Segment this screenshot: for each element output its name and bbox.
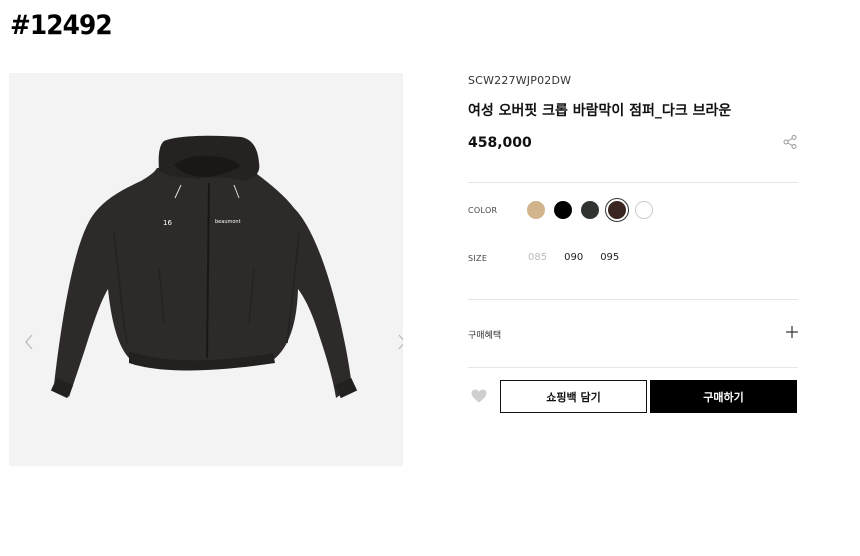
size-option-095[interactable]: 095 bbox=[600, 252, 619, 263]
divider bbox=[468, 367, 798, 368]
product-price: 458,000 bbox=[468, 135, 532, 151]
add-to-bag-button[interactable]: 쇼핑백 담기 bbox=[500, 380, 647, 413]
color-swatch-black[interactable] bbox=[554, 201, 572, 219]
color-swatch-dark-green[interactable] bbox=[581, 201, 599, 219]
size-option-group: 085 090 095 bbox=[528, 252, 619, 263]
product-image: 16 beaumont bbox=[50, 135, 358, 399]
size-label: SIZE bbox=[468, 254, 488, 263]
divider bbox=[468, 182, 798, 183]
product-sku: SCW227WJP02DW bbox=[468, 74, 572, 87]
chevron-left-icon[interactable] bbox=[22, 332, 36, 352]
purchase-benefit-label[interactable]: 구매혜택 bbox=[468, 328, 501, 341]
listing-id: #12492 bbox=[10, 10, 113, 41]
chevron-right-icon[interactable] bbox=[395, 332, 403, 352]
product-image-gallery[interactable]: 16 beaumont bbox=[9, 73, 403, 466]
product-title: 여성 오버핏 크롭 바람막이 점퍼_다크 브라운 bbox=[468, 103, 732, 119]
buy-now-button[interactable]: 구매하기 bbox=[650, 380, 797, 413]
divider bbox=[468, 299, 798, 300]
color-swatch-dark-brown[interactable] bbox=[605, 198, 629, 222]
jacket-print-number: 16 bbox=[163, 219, 172, 227]
heart-icon[interactable] bbox=[471, 389, 487, 403]
plus-icon[interactable] bbox=[786, 326, 798, 338]
jacket-print-brand: beaumont bbox=[215, 219, 241, 225]
color-swatch-group bbox=[527, 198, 653, 222]
color-swatch-white[interactable] bbox=[635, 201, 653, 219]
share-icon[interactable] bbox=[782, 134, 798, 150]
color-label: COLOR bbox=[468, 206, 498, 215]
color-swatch-beige[interactable] bbox=[527, 201, 545, 219]
size-option-085[interactable]: 085 bbox=[528, 252, 547, 263]
size-option-090[interactable]: 090 bbox=[564, 252, 583, 263]
